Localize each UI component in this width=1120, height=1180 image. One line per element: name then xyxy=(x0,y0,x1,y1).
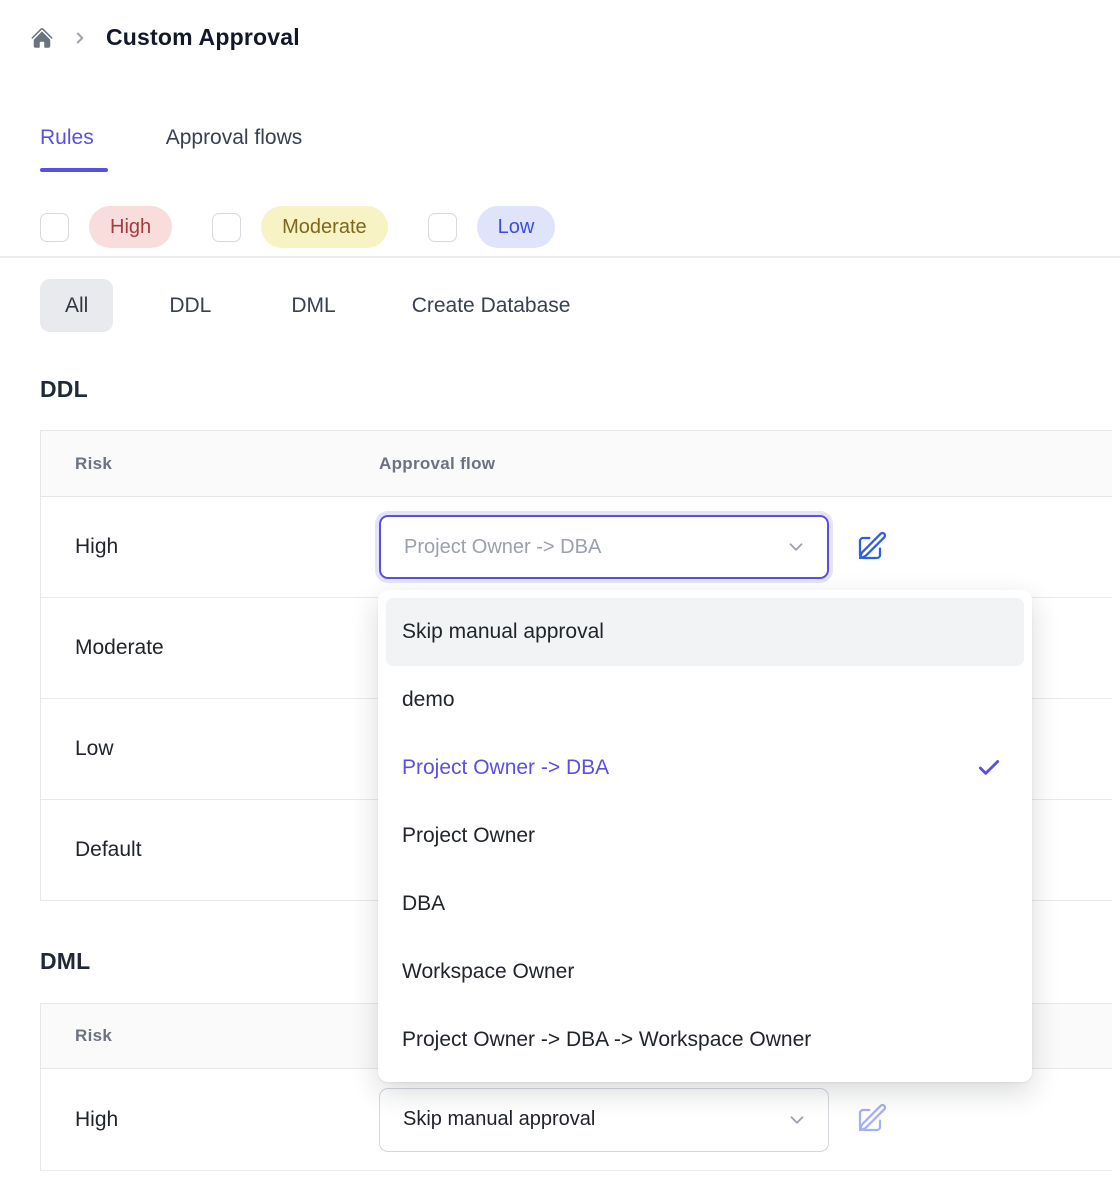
risk-cell: High xyxy=(41,1108,379,1132)
page-title: Custom Approval xyxy=(106,24,300,51)
segment-create-database[interactable]: Create Database xyxy=(412,294,571,318)
risk-column-header: Risk xyxy=(41,454,379,474)
dropdown-option-skip-manual-approval[interactable]: Skip manual approval xyxy=(386,598,1024,666)
dropdown-option-project-owner-dba[interactable]: Project Owner -> DBA xyxy=(378,734,1032,802)
approval-flow-column-header: Approval flow xyxy=(379,454,1112,474)
chevron-down-icon xyxy=(786,1109,808,1131)
risk-filter-moderate: Moderate xyxy=(212,206,388,248)
moderate-checkbox[interactable] xyxy=(212,213,241,242)
ddl-table-header: Risk Approval flow xyxy=(41,431,1112,497)
edit-pencil-icon xyxy=(856,530,888,565)
ddl-section-heading: DDL xyxy=(40,376,88,403)
select-value: Skip manual approval xyxy=(403,1108,786,1131)
edit-approval-flow-button[interactable] xyxy=(854,529,890,565)
risk-filter-high: High xyxy=(40,206,172,248)
moderate-badge[interactable]: Moderate xyxy=(261,206,388,248)
dml-high-approval-flow-select[interactable]: Skip manual approval xyxy=(379,1088,829,1152)
breadcrumb: Custom Approval xyxy=(30,24,300,51)
tab-rules[interactable]: Rules xyxy=(40,126,94,150)
tab-bar: Rules Approval flows xyxy=(40,126,302,150)
risk-cell: High xyxy=(41,535,379,559)
high-checkbox[interactable] xyxy=(40,213,69,242)
table-row-high: High Project Owner -> DBA xyxy=(41,497,1112,598)
tab-approval-flows[interactable]: Approval flows xyxy=(166,126,303,150)
edit-pencil-icon xyxy=(856,1102,888,1137)
edit-approval-flow-button[interactable] xyxy=(854,1102,890,1138)
custom-approval-page: Custom Approval Rules Approval flows Hig… xyxy=(0,0,1120,1180)
dropdown-option-project-owner-dba-workspace-owner[interactable]: Project Owner -> DBA -> Workspace Owner xyxy=(378,1006,1032,1074)
type-filter-bar: All DDL DML Create Database xyxy=(40,279,570,332)
table-row-high: High Skip manual approval xyxy=(41,1069,1112,1171)
risk-cell: Default xyxy=(41,838,379,862)
dropdown-option-dba[interactable]: DBA xyxy=(378,870,1032,938)
risk-filter-low: Low xyxy=(428,206,556,248)
dropdown-option-project-owner[interactable]: Project Owner xyxy=(378,802,1032,870)
approval-flow-dropdown-menu: Skip manual approval demo Project Owner … xyxy=(378,590,1032,1082)
ddl-high-approval-flow-select[interactable]: Project Owner -> DBA xyxy=(379,515,829,579)
segment-ddl[interactable]: DDL xyxy=(169,294,211,318)
dropdown-option-demo[interactable]: demo xyxy=(378,666,1032,734)
check-icon xyxy=(976,755,1002,781)
select-value: Project Owner -> DBA xyxy=(404,536,785,559)
risk-column-header: Risk xyxy=(41,1026,379,1046)
dml-section-heading: DML xyxy=(40,948,90,975)
low-badge[interactable]: Low xyxy=(477,206,556,248)
dropdown-option-workspace-owner[interactable]: Workspace Owner xyxy=(378,938,1032,1006)
risk-filter-row: High Moderate Low xyxy=(40,206,555,248)
chevron-right-icon xyxy=(71,29,89,47)
high-badge[interactable]: High xyxy=(89,206,172,248)
chevron-down-icon xyxy=(785,536,807,558)
active-tab-indicator xyxy=(40,168,108,172)
horizontal-divider xyxy=(0,256,1120,258)
risk-cell: Moderate xyxy=(41,636,379,660)
option-label: Project Owner -> DBA xyxy=(402,756,609,780)
home-icon[interactable] xyxy=(30,26,54,50)
risk-cell: Low xyxy=(41,737,379,761)
segment-all[interactable]: All xyxy=(40,279,113,332)
segment-dml[interactable]: DML xyxy=(291,294,335,318)
low-checkbox[interactable] xyxy=(428,213,457,242)
